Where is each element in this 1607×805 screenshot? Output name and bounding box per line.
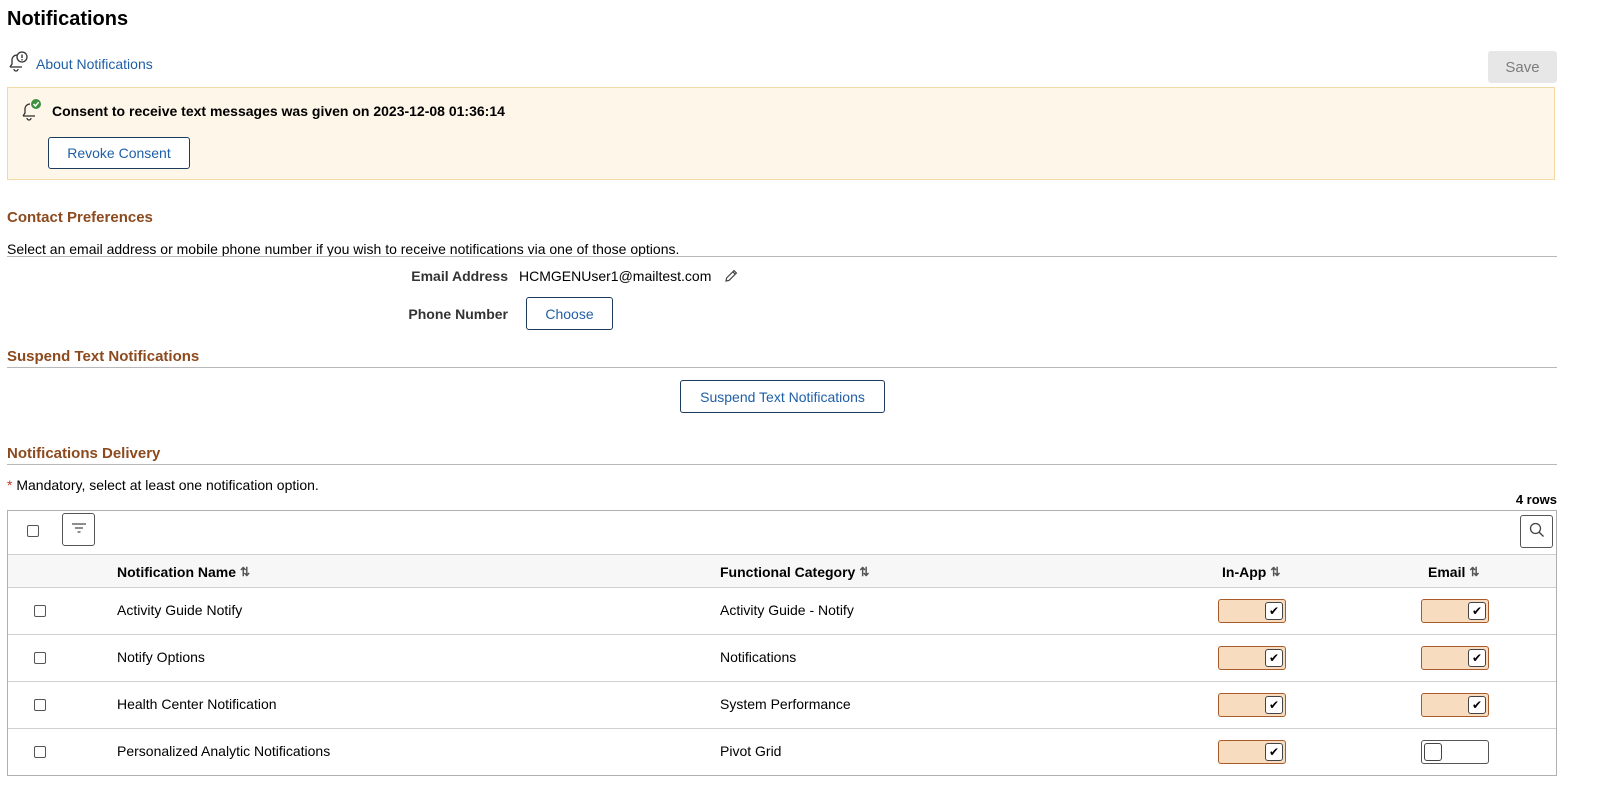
email-address-value: HCMGENUser1@mailtest.com (519, 268, 712, 284)
grid-toolbar (8, 511, 1556, 554)
table-row: Notify Options Notifications ✔ ✔ (8, 635, 1556, 682)
in-app-toggle[interactable]: ✔ (1218, 599, 1286, 623)
in-app-toggle[interactable]: ✔ (1218, 693, 1286, 717)
notifications-delivery-heading: Notifications Delivery (7, 445, 161, 462)
functional-category-cell: System Performance (720, 696, 851, 712)
checkmark-icon: ✔ (1468, 602, 1486, 620)
about-notifications-link[interactable]: About Notifications (6, 50, 153, 77)
section-divider (7, 464, 1557, 465)
save-button[interactable]: Save (1488, 51, 1557, 83)
search-button[interactable] (1520, 515, 1553, 548)
choose-phone-button[interactable]: Choose (526, 297, 613, 330)
sort-icon: ⇅ (1469, 565, 1480, 579)
sort-icon: ⇅ (1270, 565, 1281, 579)
section-divider (7, 256, 1557, 257)
functional-category-cell: Notifications (720, 649, 797, 665)
consent-message: Consent to receive text messages was giv… (52, 103, 505, 119)
column-header-label: Functional Category (720, 564, 856, 580)
checkmark-icon: ✔ (1468, 649, 1486, 667)
email-address-label: Email Address (411, 268, 508, 284)
mandatory-text: Mandatory, select at least one notificat… (12, 477, 319, 493)
table-row: Health Center Notification System Perform… (8, 682, 1556, 729)
row-select-checkbox[interactable] (34, 699, 46, 711)
checkmark-icon: ✔ (1265, 696, 1283, 714)
checkmark-icon: ✔ (1468, 696, 1486, 714)
filter-icon (71, 521, 87, 538)
row-select-checkbox[interactable] (34, 605, 46, 617)
column-header-functional-category[interactable]: Functional Category ⇅ (720, 564, 869, 580)
in-app-toggle[interactable]: ✔ (1218, 740, 1286, 764)
contact-preferences-description: Select an email address or mobile phone … (7, 241, 680, 257)
table-row: Activity Guide Notify Activity Guide - No… (8, 588, 1556, 635)
contact-preferences-heading: Contact Preferences (7, 209, 153, 226)
notification-name-cell: Personalized Analytic Notifications (117, 743, 331, 759)
row-select-checkbox[interactable] (34, 652, 46, 664)
filter-button[interactable] (62, 513, 95, 546)
bell-info-icon (6, 50, 30, 77)
column-header-label: Email (1428, 564, 1466, 580)
email-toggle[interactable] (1421, 740, 1489, 764)
select-all-checkbox[interactable] (27, 525, 39, 537)
sort-icon: ⇅ (240, 565, 251, 579)
column-header-notification-name[interactable]: Notification Name ⇅ (117, 564, 250, 580)
page-title: Notifications (7, 8, 129, 30)
column-header-in-app[interactable]: In-App ⇅ (1222, 564, 1280, 580)
grid-header-row: Notification Name ⇅ Functional Category … (8, 554, 1556, 588)
functional-category-cell: Pivot Grid (720, 743, 782, 759)
row-select-checkbox[interactable] (34, 746, 46, 758)
row-count: 4 rows (1515, 492, 1557, 507)
mandatory-note: * Mandatory, select at least one notific… (7, 477, 319, 493)
email-toggle[interactable]: ✔ (1421, 599, 1489, 623)
checkmark-icon: ✔ (1265, 602, 1283, 620)
column-header-label: In-App (1222, 564, 1267, 580)
email-toggle[interactable]: ✔ (1421, 693, 1489, 717)
notifications-grid: Notification Name ⇅ Functional Category … (7, 510, 1557, 776)
column-header-email[interactable]: Email ⇅ (1428, 564, 1479, 580)
section-divider (7, 367, 1557, 368)
pencil-icon[interactable] (723, 268, 739, 287)
toggle-knob (1424, 743, 1442, 761)
notification-name-cell: Notify Options (117, 649, 205, 665)
checkmark-icon: ✔ (1265, 649, 1283, 667)
column-header-label: Notification Name (117, 564, 237, 580)
grid-body: Activity Guide Notify Activity Guide - No… (8, 588, 1556, 776)
bell-check-icon (19, 98, 43, 125)
phone-number-label: Phone Number (408, 306, 508, 322)
email-toggle[interactable]: ✔ (1421, 646, 1489, 670)
table-row: Personalized Analytic Notifications Pivot… (8, 729, 1556, 776)
about-notifications-label: About Notifications (36, 55, 153, 72)
suspend-text-heading: Suspend Text Notifications (7, 348, 200, 365)
checkmark-icon: ✔ (1265, 743, 1283, 761)
functional-category-cell: Activity Guide - Notify (720, 602, 854, 618)
consent-banner: Consent to receive text messages was giv… (7, 87, 1555, 180)
notification-name-cell: Activity Guide Notify (117, 602, 243, 618)
revoke-consent-button[interactable]: Revoke Consent (48, 137, 190, 169)
sort-icon: ⇅ (859, 565, 870, 579)
search-icon (1529, 522, 1545, 541)
notification-name-cell: Health Center Notification (117, 696, 277, 712)
suspend-text-notifications-button[interactable]: Suspend Text Notifications (680, 380, 885, 413)
in-app-toggle[interactable]: ✔ (1218, 646, 1286, 670)
